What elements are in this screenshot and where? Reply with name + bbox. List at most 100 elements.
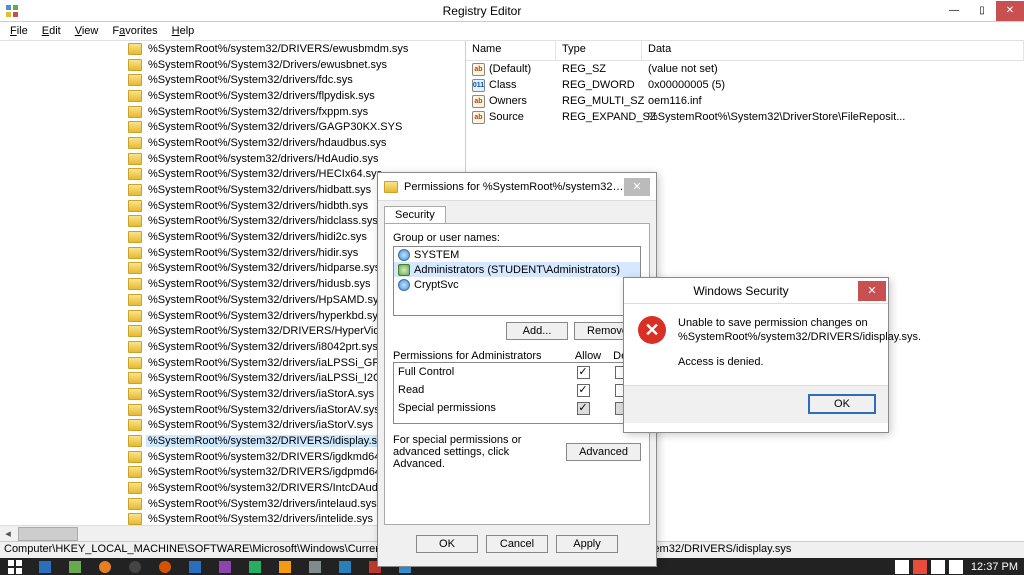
taskbar-app[interactable] [300,558,330,575]
folder-icon [384,181,398,193]
value-name: Class [489,79,517,91]
tree-label: %SystemRoot%/System32/DRIVERS/HyperVideo… [146,325,413,337]
folder-icon [128,357,142,369]
error-message-1: Unable to save permission changes on %Sy… [678,316,921,345]
tree-label: %SystemRoot%/System32/drivers/iaStorAV.s… [146,404,382,416]
reg-value-icon: ab [472,111,485,124]
folder-icon [128,231,142,243]
folder-icon [128,262,142,274]
tree-label: %SystemRoot%/System32/drivers/hidir.sys [146,247,360,259]
cancel-button[interactable]: Cancel [486,535,548,553]
error-ok-button[interactable]: OK [808,394,876,414]
menu-favorites[interactable]: Favorites [106,23,163,39]
folder-icon [128,435,142,447]
permission-label: Special permissions [398,402,560,414]
user-row[interactable]: Administrators (STUDENT\Administrators) [394,262,640,277]
advanced-button[interactable]: Advanced [566,443,641,461]
taskbar-app[interactable] [60,558,90,575]
value-row[interactable]: abOwnersREG_MULTI_SZoem116.inf [466,93,1024,109]
user-name: CryptSvc [414,279,459,291]
tree-item[interactable]: %SystemRoot%/system32/DRIVERS/ewusbmdm.s… [128,41,465,57]
tab-security[interactable]: Security [384,206,446,223]
tray-icon[interactable] [949,560,963,574]
taskbar-app[interactable] [30,558,60,575]
value-data: oem116.inf [642,95,1024,107]
tree-label: %SystemRoot%/System32/drivers/fdc.sys [146,74,355,86]
window-title: Registry Editor [24,4,940,18]
taskbar-app[interactable] [210,558,240,575]
dialog-close-button[interactable]: ✕ [624,178,650,196]
tree-item[interactable]: %SystemRoot%/system32/drivers/HdAudio.sy… [128,151,465,167]
tree-label: %SystemRoot%/System32/drivers/hidbth.sys [146,200,370,212]
maximize-button[interactable]: ▯ [968,1,996,21]
taskbar-app[interactable] [90,558,120,575]
error-text: Unable to save permission changes on %Sy… [678,316,921,379]
user-row[interactable]: SYSTEM [394,247,640,262]
folder-icon [128,137,142,149]
tray-icon[interactable] [931,560,945,574]
value-row[interactable]: 011ClassREG_DWORD0x00000005 (5) [466,77,1024,93]
close-button[interactable]: ✕ [996,1,1024,21]
tree-label: %SystemRoot%/system32/DRIVERS/igdkmd64.s… [146,451,402,463]
add-button[interactable]: Add... [506,322,568,340]
ok-button[interactable]: OK [416,535,478,553]
scrollbar-thumb[interactable] [18,527,78,541]
folder-icon [128,388,142,400]
tree-item[interactable]: %SystemRoot%/System32/drivers/hdaudbus.s… [128,135,465,151]
apply-button[interactable]: Apply [556,535,618,553]
scroll-left-icon[interactable]: ◂ [0,526,16,542]
tree-label: %SystemRoot%/system32/DRIVERS/igdpmd64.s… [146,466,402,478]
tray-icon[interactable] [895,560,909,574]
start-button[interactable] [0,558,30,575]
tree-label: %SystemRoot%/System32/drivers/hidparse.s… [146,262,382,274]
taskbar-app[interactable] [120,558,150,575]
tree-item[interactable]: %SystemRoot%/System32/drivers/fxppm.sys [128,104,465,120]
allow-col-header: Allow [565,350,611,362]
menu-help[interactable]: Help [166,23,201,39]
user-row[interactable]: CryptSvc [394,277,640,292]
taskbar-clock[interactable]: 12:37 PM [965,561,1024,573]
folder-icon [128,451,142,463]
menu-file[interactable]: File [4,23,34,39]
checkbox [577,402,590,415]
taskbar-app[interactable] [270,558,300,575]
taskbar-app[interactable] [180,558,210,575]
value-row[interactable]: abSourceREG_EXPAND_SZ%SystemRoot%\System… [466,109,1024,125]
tree-label: %SystemRoot%/System32/drivers/iaStorA.sy… [146,388,376,400]
minimize-button[interactable]: — [940,1,968,21]
folder-icon [128,74,142,86]
group-names-label: Group or user names: [393,232,641,244]
menu-view[interactable]: View [69,23,105,39]
value-row[interactable]: ab(Default)REG_SZ(value not set) [466,61,1024,77]
folder-icon [128,404,142,416]
tree-item[interactable]: %SystemRoot%/System32/drivers/GAGP30KX.S… [128,119,465,135]
error-close-button[interactable]: ✕ [858,281,886,301]
advanced-text: For special permissions or advanced sett… [393,434,558,470]
tree-label: %SystemRoot%/System32/drivers/HECIx64.sy… [146,168,384,180]
tree-item[interactable]: %SystemRoot%/System32/drivers/fdc.sys [128,72,465,88]
permission-label: Full Control [398,366,560,378]
app-icon [4,3,20,19]
folder-icon [128,341,142,353]
checkbox[interactable] [577,366,590,379]
values-header: Name Type Data [466,41,1024,61]
taskbar-app[interactable] [240,558,270,575]
menubar: File Edit View Favorites Help [0,22,1024,41]
group-users-listbox[interactable]: SYSTEM Administrators (STUDENT\Administra… [393,246,641,316]
tree-item[interactable]: %SystemRoot%/System32/Drivers/ewusbnet.s… [128,57,465,73]
folder-icon [128,153,142,165]
folder-icon [128,498,142,510]
menu-edit[interactable]: Edit [36,23,67,39]
checkbox[interactable] [577,384,590,397]
tree-label: %SystemRoot%/System32/drivers/hidbatt.sy… [146,184,373,196]
col-data-header[interactable]: Data [642,41,1024,60]
col-name-header[interactable]: Name [466,41,556,60]
taskbar-app[interactable] [150,558,180,575]
dialog-titlebar[interactable]: Permissions for %SystemRoot%/system32/D.… [378,173,656,201]
taskbar-app[interactable] [330,558,360,575]
user-name: Administrators (STUDENT\Administrators) [414,264,620,276]
error-titlebar[interactable]: Windows Security ✕ [624,278,888,304]
tree-item[interactable]: %SystemRoot%/System32/drivers/flpydisk.s… [128,88,465,104]
col-type-header[interactable]: Type [556,41,642,60]
tray-icon[interactable] [913,560,927,574]
